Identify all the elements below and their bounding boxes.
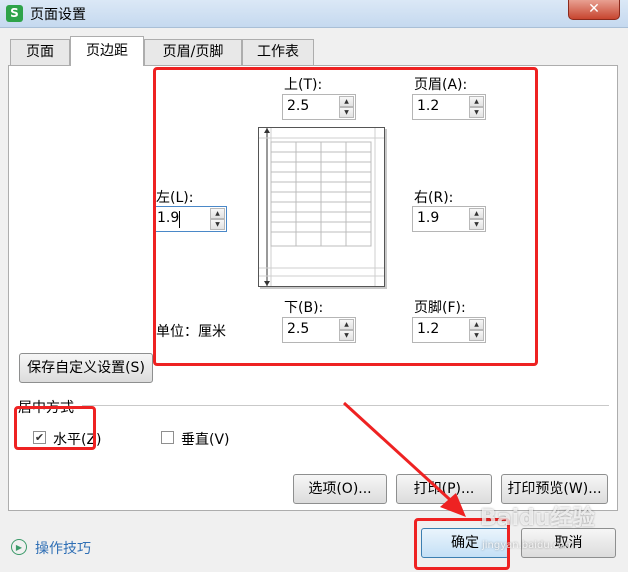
tab-worksheet[interactable]: 工作表: [242, 39, 314, 65]
title-bar: S 页面设置 ✕: [0, 0, 628, 28]
save-custom-settings-button[interactable]: 保存自定义设置(S): [19, 353, 153, 383]
tab-margins[interactable]: 页边距: [70, 36, 144, 66]
play-circle-icon[interactable]: ▶: [11, 539, 27, 555]
close-icon: ✕: [588, 1, 600, 17]
annotation-arrow-icon: [342, 401, 466, 517]
help-tips-link[interactable]: 操作技巧: [35, 538, 91, 558]
baidu-watermark: Baidu经验: [480, 506, 595, 531]
window-title: 页面设置: [30, 7, 86, 23]
annotation-box-horizontal: [14, 406, 96, 450]
wps-app-icon: S: [6, 5, 23, 22]
tab-header-footer[interactable]: 页眉/页脚: [144, 39, 242, 65]
annotation-box-margins: [153, 67, 538, 366]
vertical-center-checkbox[interactable]: [161, 431, 174, 444]
baidu-watermark-url: jingyan.baidu.com: [482, 540, 575, 551]
close-button[interactable]: ✕: [568, 0, 620, 20]
vertical-center-label: 垂直(V): [181, 432, 230, 448]
tab-page[interactable]: 页面: [10, 39, 70, 65]
